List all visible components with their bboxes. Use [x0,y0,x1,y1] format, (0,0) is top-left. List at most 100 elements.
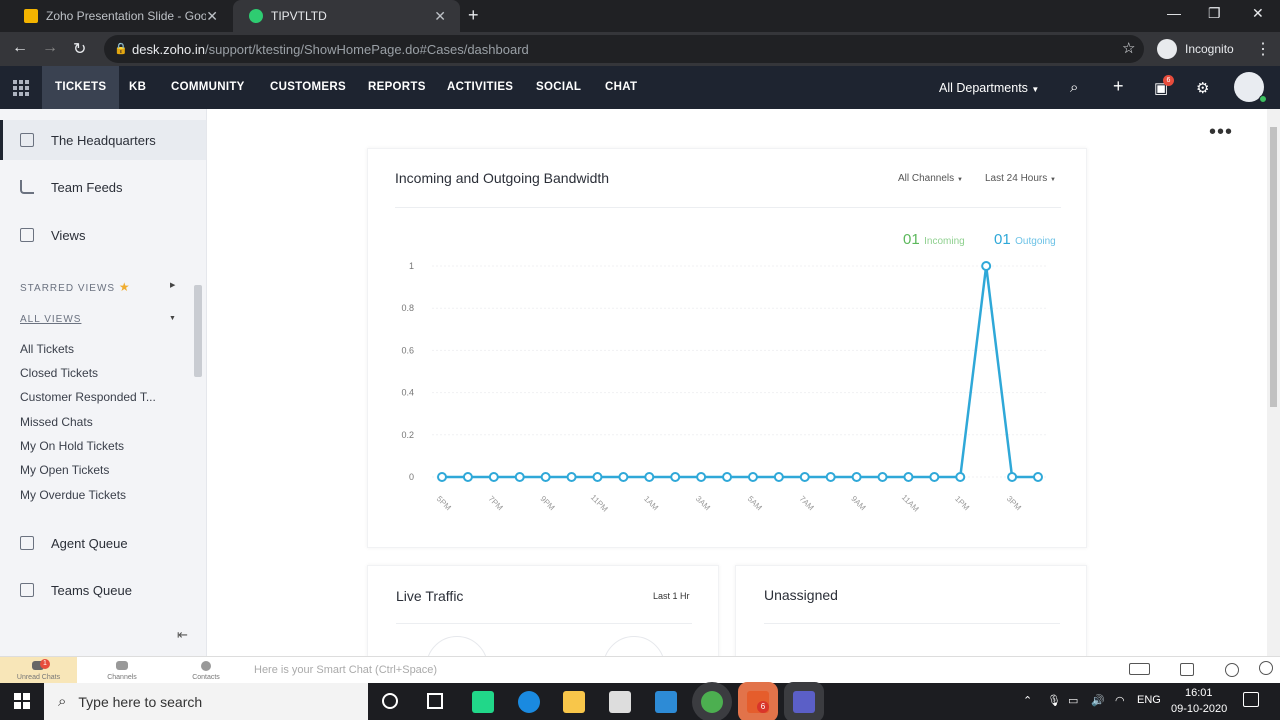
all-views-header[interactable]: ALL VIEWS [20,314,81,325]
search-icon[interactable] [1259,661,1273,675]
volume-icon[interactable]: 🔊 [1091,694,1105,707]
chevron-down-icon[interactable]: ▼ [169,315,176,322]
tab-customers[interactable]: CUSTOMERS [270,66,346,109]
department-selector[interactable]: All Departments ▼ [939,81,1039,95]
task-view-icon[interactable] [427,693,443,709]
x-tick-label: 3AM [694,494,712,512]
edge-icon[interactable] [518,691,540,713]
bookmark-star-icon[interactable]: ☆ [1122,39,1135,57]
windows-start-icon[interactable] [14,693,30,709]
smart-chat-input[interactable]: Here is your Smart Chat (Ctrl+Space) [254,664,437,676]
live-traffic-card: Live Traffic Last 1 Hr [367,565,719,698]
unread-chats-label: Unread Chats [16,674,61,681]
url-field[interactable]: 🔒 desk.zoho.in/support/ktesting/ShowHome… [104,35,1144,63]
browser-tab-zoho[interactable]: TIPVTLTD ✕ [233,0,460,32]
close-window-icon[interactable]: ✕ [1252,5,1264,22]
sidebar-item-headquarters[interactable]: The Headquarters [0,120,206,160]
app-grid-icon[interactable] [0,66,42,109]
tab-social[interactable]: SOCIAL [536,66,581,109]
view-all-tickets[interactable]: All Tickets [20,342,74,356]
sidebar-item-views[interactable]: Views [0,215,206,255]
view-overdue-tickets[interactable]: My Overdue Tickets [20,488,126,502]
tab-kb[interactable]: KB [129,66,146,109]
reload-icon[interactable]: ↻ [73,39,86,59]
teams-icon[interactable] [793,691,815,713]
back-icon[interactable]: ← [12,39,28,57]
action-center-icon[interactable] [1243,692,1259,707]
chevron-right-icon[interactable]: ▶ [170,281,175,289]
store-icon[interactable] [609,691,631,713]
tab-activities[interactable]: ACTIVITIES [447,66,513,109]
battery-icon[interactable]: ▭ [1068,694,1078,707]
tab-reports[interactable]: REPORTS [368,66,426,109]
sidebar-item-agent-queue[interactable]: Agent Queue [0,523,206,563]
forward-icon[interactable]: → [42,39,58,57]
view-on-hold-tickets[interactable]: My On Hold Tickets [20,439,124,453]
time-filter[interactable]: Last 24 Hours ▼ [985,173,1056,184]
unread-chats-tab[interactable]: 1 Unread Chats [0,657,77,684]
contacts-icon [201,661,211,671]
live-traffic-title: Live Traffic [396,588,464,604]
incoming-label: Incoming [924,236,965,247]
incoming-legend: 01 Incoming [903,231,965,249]
keyboard-icon[interactable] [1129,663,1150,675]
view-customer-responded[interactable]: Customer Responded T... [20,390,156,404]
close-tab-icon[interactable]: ✕ [434,8,446,25]
data-point [437,472,447,482]
online-status-icon [1259,95,1267,103]
chevron-up-icon[interactable]: ⌃ [1023,694,1032,707]
microphone-icon[interactable]: 🎙 [1047,694,1061,707]
calendar-icon[interactable] [1180,663,1194,676]
scrollbar-thumb[interactable] [1270,127,1277,407]
x-tick-label: 5AM [746,494,764,512]
view-open-tickets[interactable]: My Open Tickets [20,463,109,477]
more-options-icon[interactable]: ••• [1209,121,1233,144]
taskbar-search[interactable]: ⌕ Type here to search [44,683,368,720]
dashboard-icon [20,133,34,147]
view-missed-chats[interactable]: Missed Chats [20,415,93,429]
channel-filter[interactable]: All Channels ▼ [898,173,963,184]
taskbar-badge: 6 [757,701,769,713]
minimize-icon[interactable]: — [1167,5,1181,21]
file-explorer-icon[interactable] [563,691,585,713]
close-tab-icon[interactable]: ✕ [206,8,218,25]
add-icon[interactable]: + [1113,76,1124,97]
clock-date[interactable]: 09-10-2020 [1171,703,1227,715]
y-tick-label: 1 [409,261,414,271]
x-tick-label: 9PM [538,494,556,512]
sidebar-item-team-feeds[interactable]: Team Feeds [0,167,206,207]
bottom-bar: 1 Unread Chats Channels Contacts Here is… [0,656,1280,684]
wifi-icon[interactable]: ◠ [1115,694,1125,707]
taskbar: ⌕ Type here to search 6 ⌃ 🎙 ▭ 🔊 ◠ ENG 16… [0,683,1280,720]
contacts-tab[interactable]: Contacts [168,657,244,684]
view-closed-tickets[interactable]: Closed Tickets [20,366,98,380]
collapse-sidebar-icon[interactable]: ⇤ [177,627,188,643]
chrome-icon[interactable] [701,691,723,713]
sidebar-scrollbar[interactable] [194,285,202,377]
new-tab-icon[interactable]: + [468,5,479,26]
data-point [670,472,681,482]
series-line [442,264,1038,479]
browser-tab-slides[interactable]: Zoho Presentation Slide - Google ✕ [8,0,232,32]
mail-icon[interactable] [655,691,677,713]
sidebar-item-teams-queue[interactable]: Teams Queue [0,570,206,610]
search-icon[interactable]: ⌕ [1070,79,1078,96]
pycharm-icon[interactable] [472,691,494,713]
tab-community[interactable]: COMMUNITY [171,66,245,109]
starred-views-header[interactable]: STARRED VIEWS ★ [20,280,131,294]
settings-gear-icon[interactable]: ⚙ [1196,79,1209,97]
tab-tickets[interactable]: TICKETS [42,66,120,109]
clock-icon[interactable] [1225,663,1239,677]
language-indicator[interactable]: ENG [1137,694,1161,706]
channels-tab[interactable]: Channels [84,657,160,684]
live-traffic-filter[interactable]: Last 1 Hr [653,591,690,601]
browser-menu-icon[interactable]: ⋮ [1255,39,1271,59]
page-scrollbar[interactable] [1267,109,1280,656]
star-icon: ★ [118,280,131,294]
tab-chat[interactable]: CHAT [605,66,637,109]
outgoing-label: Outgoing [1015,236,1056,247]
incognito-indicator[interactable]: Incognito [1157,39,1234,59]
clock-time[interactable]: 16:01 [1185,687,1213,699]
cortana-icon[interactable] [382,693,398,709]
restore-icon[interactable]: ❐ [1208,5,1221,22]
